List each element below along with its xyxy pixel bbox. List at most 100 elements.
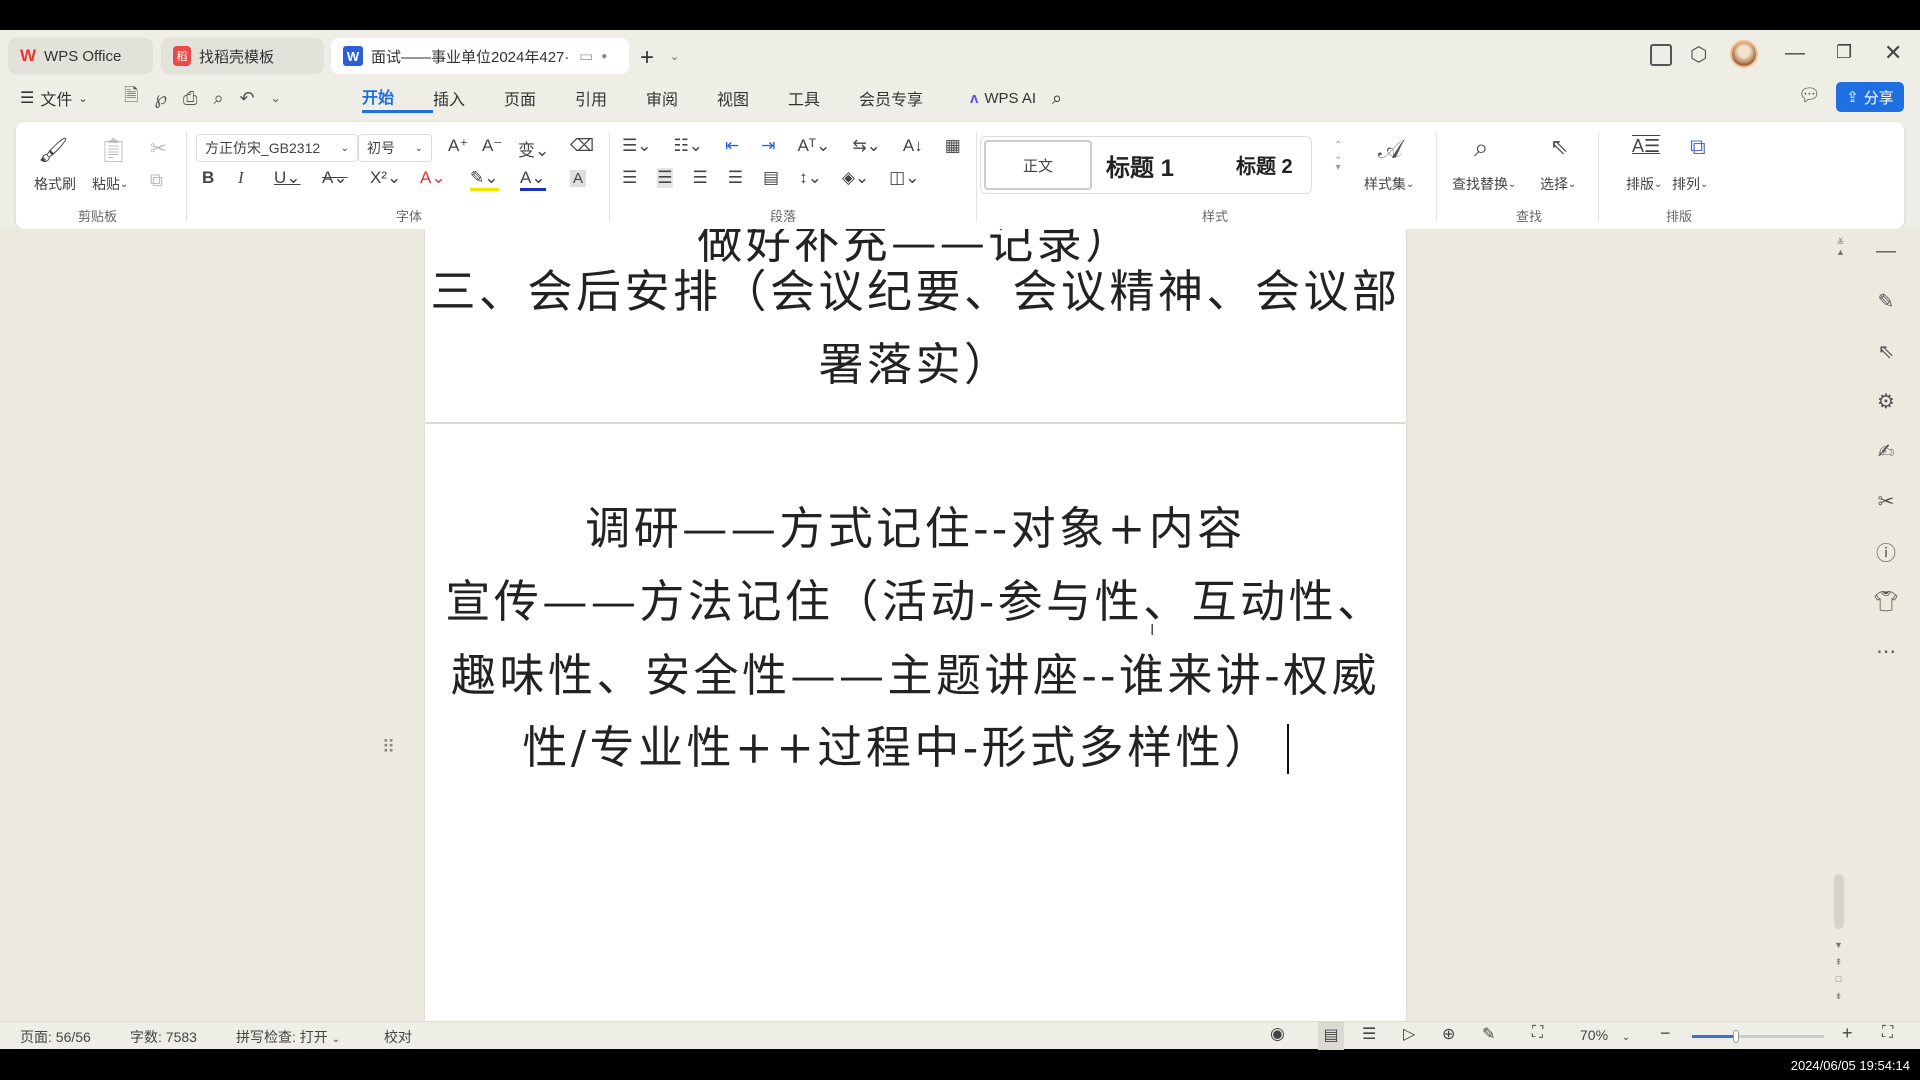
chat-icon[interactable]: 💬︎ xyxy=(1798,85,1821,106)
numbering-icon[interactable]: ☷⌄ xyxy=(673,136,702,156)
save-icon[interactable]: 🗎 xyxy=(124,83,138,113)
select-cursor-icon[interactable]: ⇖ xyxy=(1550,134,1568,160)
search-icon[interactable]: ⌕ xyxy=(1052,88,1062,109)
arrange-button[interactable]: 排列 ⌄ xyxy=(1672,174,1708,194)
collapse-panel-icon[interactable]: — xyxy=(1872,237,1900,265)
monitor-icon[interactable]: ▭ xyxy=(579,47,593,65)
web-view-icon[interactable]: ⊕ xyxy=(1442,1024,1455,1044)
paste-button[interactable]: 粘贴 ⌄ xyxy=(92,174,128,194)
settings-sliders-icon[interactable]: ⚙︎ xyxy=(1872,387,1900,415)
char-shading-icon[interactable]: A xyxy=(570,170,587,187)
select-button[interactable]: 选择 ⌄ xyxy=(1540,174,1576,194)
fit-page-icon[interactable]: ⛶ xyxy=(1532,1024,1543,1042)
align-center-icon[interactable]: ☰ xyxy=(657,168,673,188)
eye-protection-icon[interactable]: ◉ xyxy=(1270,1024,1285,1044)
vertical-scrollbar-thumb[interactable] xyxy=(1834,874,1844,929)
cube-icon[interactable]: ⬡ xyxy=(1690,42,1707,67)
justify-icon[interactable]: ☰ xyxy=(728,168,743,188)
pointer-icon[interactable]: ⇖ xyxy=(1872,337,1900,365)
superscript-icon[interactable]: X²⌄ xyxy=(370,168,401,188)
more-icon[interactable]: ⋯ xyxy=(1872,637,1900,665)
highlight-icon[interactable]: ✎⌄ xyxy=(470,168,499,191)
shading-icon[interactable]: ◈⌄ xyxy=(842,168,869,188)
scroll-nav-icons[interactable]: ▼ ⇞ □ ⇟ xyxy=(1834,937,1843,1005)
export-pdf-icon[interactable]: ℘ xyxy=(154,88,167,109)
bidi-icon[interactable]: ⇆⌄ xyxy=(852,136,881,156)
format-painter-icon[interactable]: 🖌︎ xyxy=(38,136,68,165)
print-icon[interactable]: ⎙ xyxy=(183,88,197,109)
avatar[interactable] xyxy=(1730,40,1758,68)
text-effect-icon[interactable]: A⌄ xyxy=(420,168,446,188)
print-preview-icon[interactable]: ⌕ xyxy=(213,88,223,109)
undo-icon[interactable]: ↶ xyxy=(240,88,255,109)
copy-icon[interactable]: ⧉ xyxy=(150,170,163,191)
new-tab-plus-icon[interactable]: + xyxy=(640,44,654,72)
tools-icon[interactable]: ✂ xyxy=(1872,487,1900,515)
cut-icon[interactable]: ✂ xyxy=(150,136,167,161)
share-button[interactable]: ⇪ 分享 xyxy=(1836,82,1904,112)
line-spacing-icon[interactable]: ↕⌄ xyxy=(799,168,822,188)
shrink-font-icon[interactable]: A⁻ xyxy=(482,136,502,156)
tab-start[interactable]: 开始 xyxy=(362,84,433,113)
arrange-icon[interactable]: ⧉ xyxy=(1690,134,1706,160)
tab-daoke-template[interactable]: 稻 找稻壳模板 xyxy=(161,38,324,74)
page-56-bottom[interactable]: 调研——方式记住--对象+内容 宣传——方法记住（活动-参与性、互动性、 趣味性… xyxy=(425,424,1406,1021)
wps-ai-button[interactable]: ᴧ WPS AI ⌕ xyxy=(970,83,1062,113)
paste-icon[interactable]: 📋︎ xyxy=(98,136,128,165)
tab-wps-office[interactable]: W WPS Office xyxy=(8,38,153,74)
style-heading-1[interactable]: 标题 1 xyxy=(1106,148,1174,183)
style-set-button[interactable]: 样式集 ⌄ xyxy=(1364,174,1414,194)
borders-icon[interactable]: ◫⌄ xyxy=(889,168,919,188)
bold-icon[interactable]: B xyxy=(202,168,214,188)
bullets-icon[interactable]: ☰⌄ xyxy=(622,136,651,156)
zoom-level-select[interactable]: 70% ⌄ xyxy=(1580,1027,1630,1043)
write-mode-icon[interactable]: ✎ xyxy=(1482,1024,1495,1044)
sort-icon[interactable]: A↓ xyxy=(903,136,923,156)
drag-handle-icon[interactable]: ⠿ xyxy=(382,737,395,758)
tab-member[interactable]: 会员专享 xyxy=(859,86,949,110)
zoom-slider[interactable] xyxy=(1692,1030,1824,1043)
align-left-icon[interactable]: ☰ xyxy=(622,168,637,188)
close-icon[interactable]: ✕ xyxy=(1884,40,1902,66)
font-color-icon[interactable]: A⌄ xyxy=(520,168,546,191)
tab-review[interactable]: 审阅 xyxy=(646,86,717,110)
italic-icon[interactable]: I xyxy=(238,168,244,188)
table-border-icon[interactable]: ▦ xyxy=(945,136,961,156)
find-replace-icon[interactable]: ⌕ xyxy=(1474,132,1489,164)
word-count[interactable]: 字数: 7583 xyxy=(130,1027,197,1047)
text-direction-icon[interactable]: Aᵀ⌄ xyxy=(797,136,830,156)
typeset-icon[interactable]: A☰ xyxy=(1632,136,1660,157)
font-name-select[interactable]: 方正仿宋_GB2312 ⌄ xyxy=(196,134,358,162)
template-icon[interactable]: 👕︎ xyxy=(1872,587,1900,615)
tab-insert[interactable]: 插入 xyxy=(433,86,504,110)
tab-list-chevron-icon[interactable]: ⌄ xyxy=(670,50,679,63)
increase-indent-icon[interactable]: ⇥ xyxy=(761,136,775,156)
signature-icon[interactable]: ✍︎ xyxy=(1872,437,1900,465)
page-view-icon[interactable]: ▤ xyxy=(1318,1022,1344,1050)
decrease-indent-icon[interactable]: ⇤ xyxy=(725,136,739,156)
scroll-up-icon[interactable]: ≚ ▲ xyxy=(1836,237,1845,257)
grow-font-icon[interactable]: A⁺ xyxy=(448,136,468,156)
style-gallery-scroll[interactable]: ⌃ ⌄ ▾ xyxy=(1334,140,1342,173)
spell-check-toggle[interactable]: 拼写检查: 打开 ⌄ xyxy=(236,1027,340,1047)
help-icon[interactable]: ⓘ xyxy=(1872,537,1900,565)
align-right-icon[interactable]: ☰ xyxy=(693,168,708,188)
phonetic-icon[interactable]: 变⌄ xyxy=(518,136,549,161)
style-normal[interactable]: 正文 xyxy=(984,140,1092,190)
document-canvas[interactable]: 做好补充——记录） 三、会后安排（会议纪要、会议精神、会议部 署落实） 调研——… xyxy=(0,229,1920,1021)
fullscreen-icon[interactable]: ⛶ xyxy=(1882,1024,1893,1042)
style-set-icon[interactable]: 𝒜 xyxy=(1378,134,1403,166)
zoom-in-icon[interactable]: + xyxy=(1842,1023,1853,1044)
page-count[interactable]: 页面: 56/56 xyxy=(20,1027,91,1047)
clear-format-icon[interactable]: ⌫ xyxy=(570,136,594,156)
tab-document[interactable]: W 面试——事业单位2024年427· ▭ ● xyxy=(331,38,629,74)
page-56-top[interactable]: 做好补充——记录） 三、会后安排（会议纪要、会议精神、会议部 署落实） xyxy=(425,229,1406,422)
proofread-button[interactable]: 校对 xyxy=(384,1027,412,1047)
pen-icon[interactable]: ✎ xyxy=(1872,287,1900,315)
tab-reference[interactable]: 引用 xyxy=(575,86,646,110)
tab-tools[interactable]: 工具 xyxy=(788,86,859,110)
window-layout-icon[interactable] xyxy=(1650,44,1672,66)
file-menu[interactable]: ☰ 文件 ⌄ xyxy=(20,83,88,113)
outline-view-icon[interactable]: ☰ xyxy=(1362,1024,1376,1044)
zoom-out-icon[interactable]: − xyxy=(1660,1023,1671,1044)
